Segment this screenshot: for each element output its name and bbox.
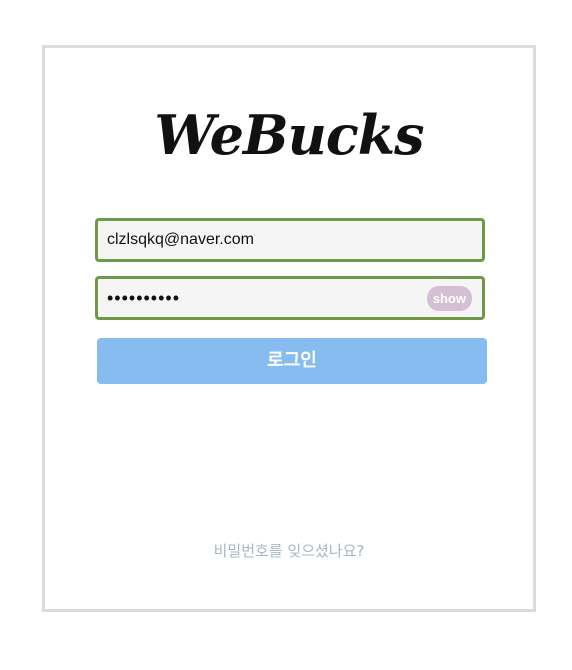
login-button[interactable]: 로그인 bbox=[97, 338, 487, 384]
password-field-wrapper: show bbox=[95, 276, 485, 320]
webucks-logo: WeBucks bbox=[154, 103, 424, 167]
login-card: WeBucks show 로그인 비밀번호를 잊으셨나요? bbox=[42, 45, 536, 612]
password-input[interactable] bbox=[98, 279, 427, 317]
show-password-button[interactable]: show bbox=[426, 286, 472, 311]
email-field-wrapper bbox=[95, 218, 485, 262]
email-input[interactable] bbox=[98, 221, 427, 259]
forgot-password-link[interactable]: 비밀번호를 잊으셨나요? bbox=[45, 540, 533, 561]
